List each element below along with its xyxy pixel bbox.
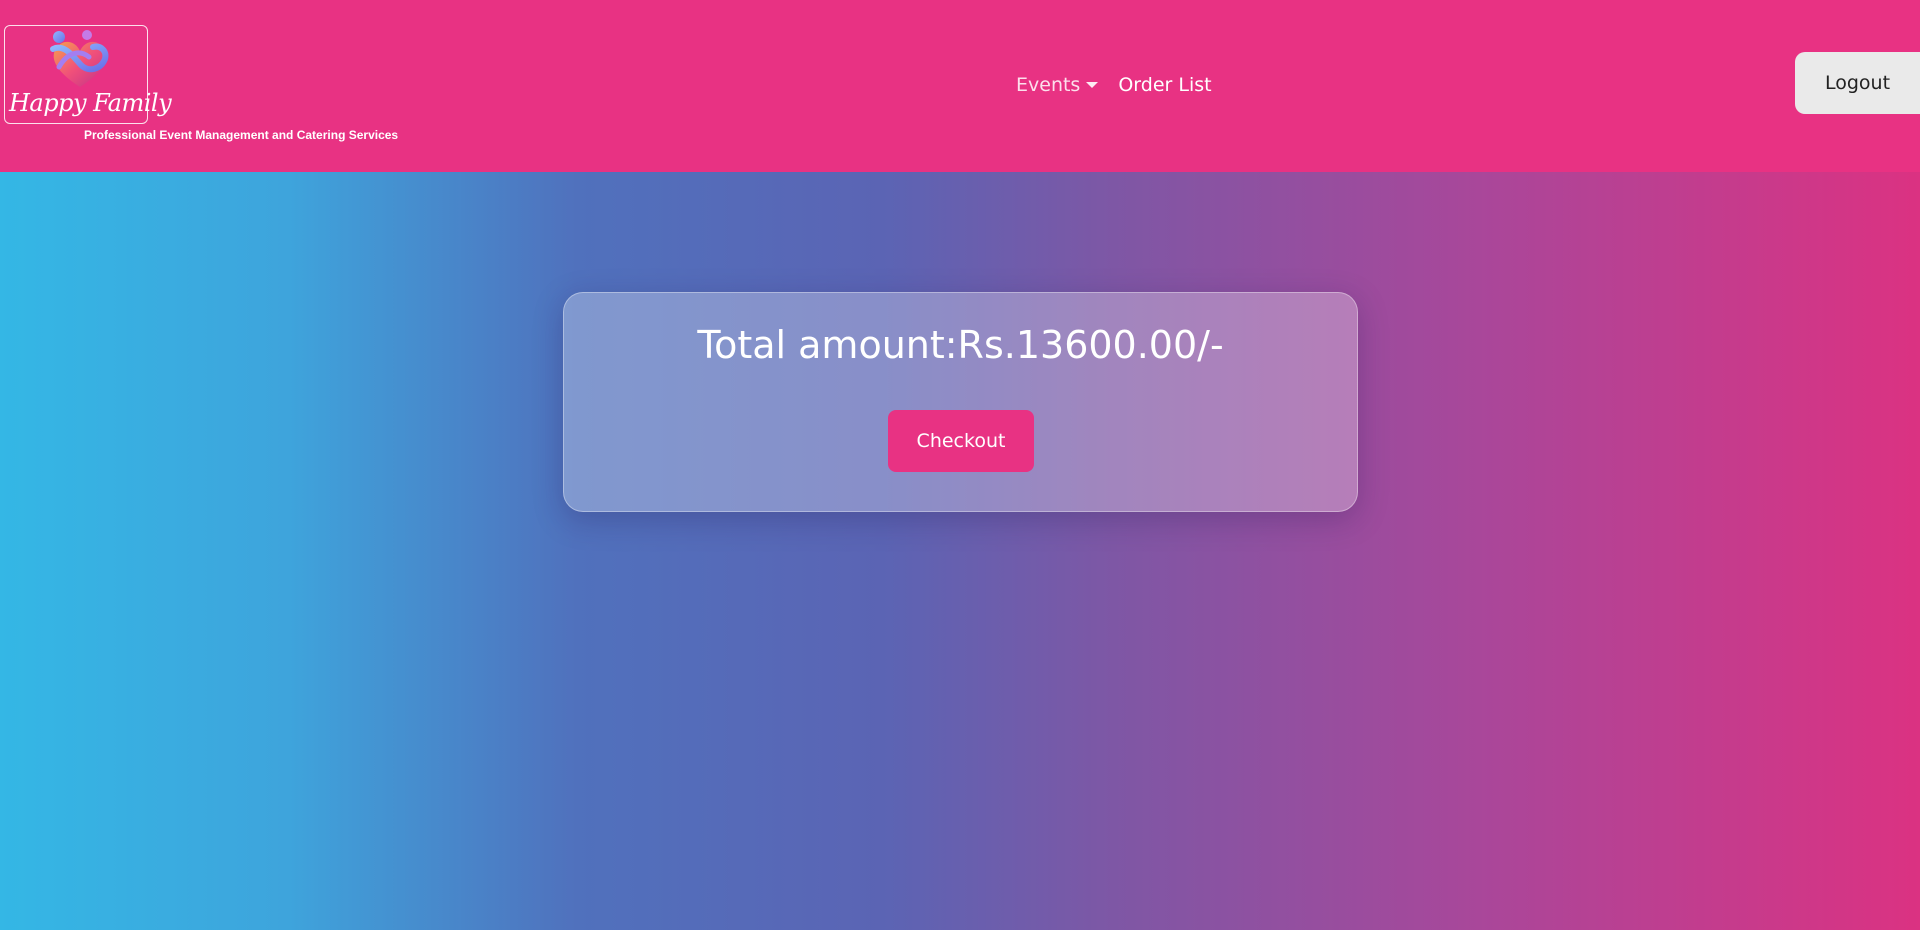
happy-family-heart-icon	[50, 30, 109, 87]
brand-logo[interactable]: Happy Family	[4, 25, 172, 124]
brand-tagline: Professional Event Management and Cateri…	[84, 128, 399, 142]
logout-button[interactable]: Logout	[1795, 52, 1920, 114]
navbar: Happy Family Professional Event Manageme…	[0, 0, 1920, 172]
nav-order-list-link[interactable]: Order List	[1118, 74, 1211, 96]
nav-events-label: Events	[1016, 74, 1081, 96]
brand-name: Happy Family	[9, 89, 172, 117]
total-amount: Total amount:Rs.13600.00/-	[697, 323, 1224, 367]
nav-events-dropdown[interactable]: Events	[1016, 74, 1099, 96]
caret-down-icon	[1086, 82, 1099, 88]
main-content: Total amount:Rs.13600.00/- Checkout	[0, 172, 1920, 930]
cart-summary-card: Total amount:Rs.13600.00/- Checkout	[563, 292, 1358, 512]
main-nav: Events Order List	[1016, 70, 1212, 100]
checkout-button[interactable]: Checkout	[888, 410, 1034, 472]
